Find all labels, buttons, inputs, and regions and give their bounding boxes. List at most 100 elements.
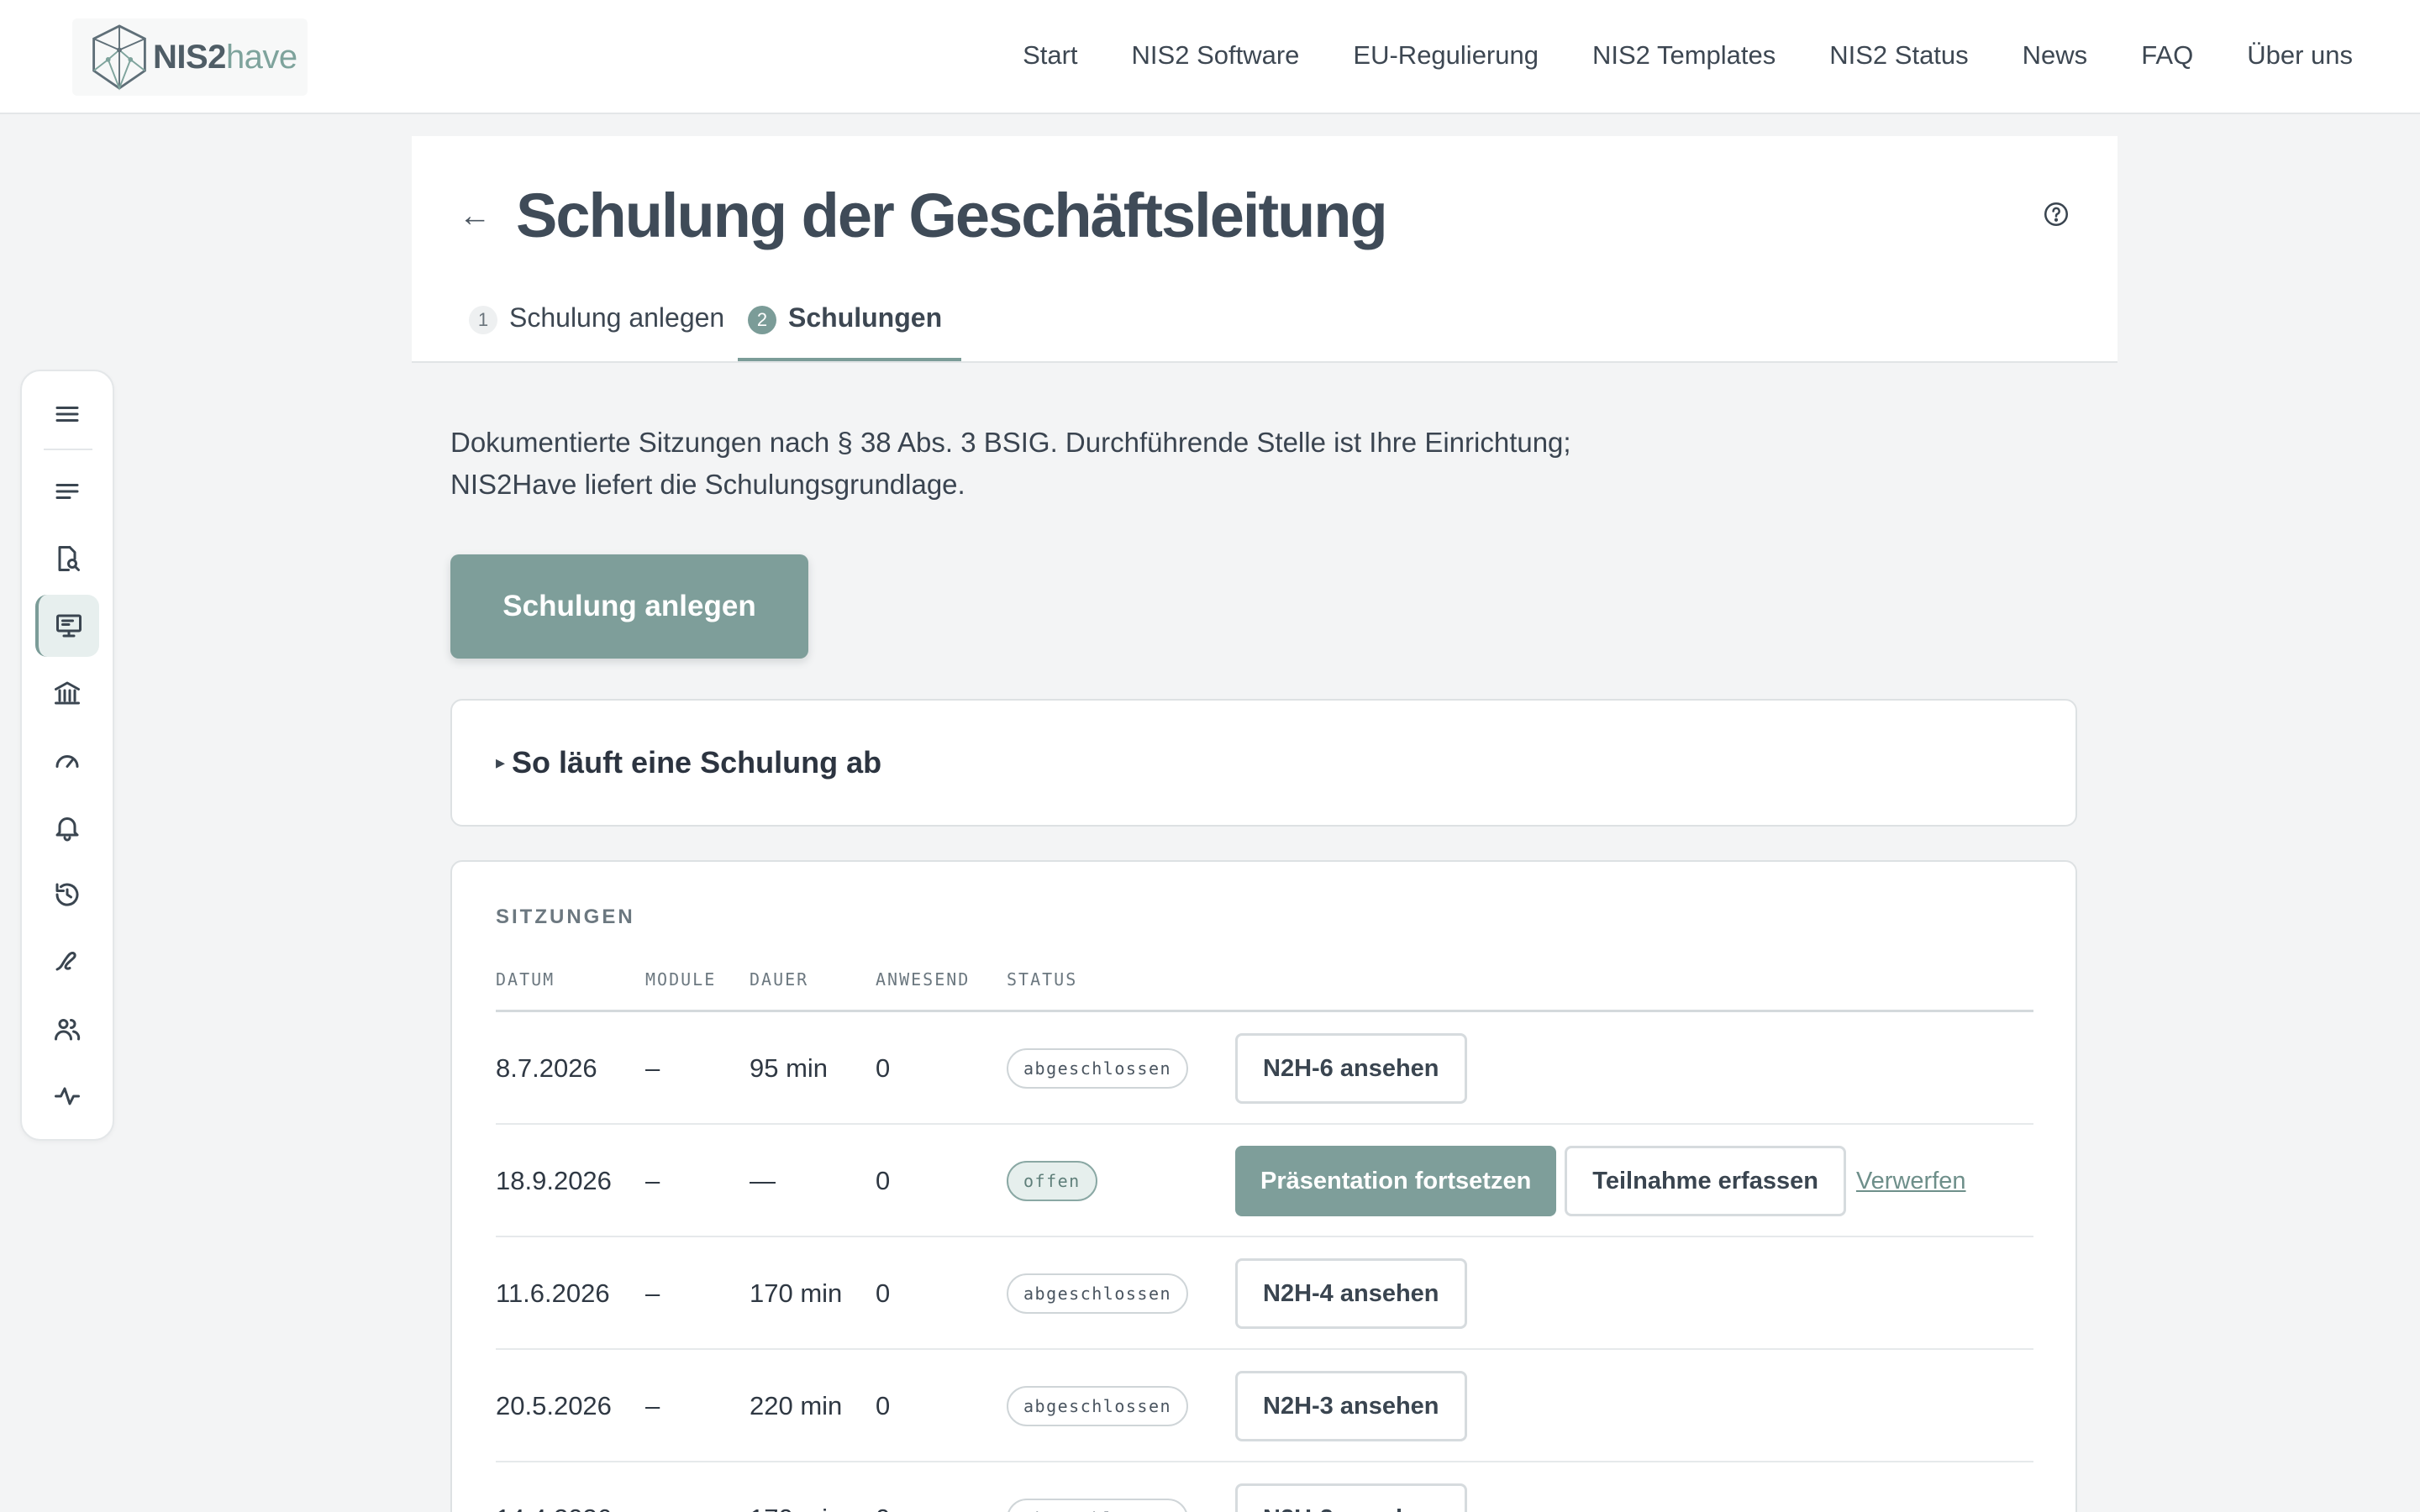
cell-present: 0 — [876, 1391, 891, 1420]
view-session-button[interactable]: N2H-2 ansehen — [1235, 1483, 1467, 1512]
brand-name-bold: NIS2 — [153, 38, 226, 76]
rail-users-button[interactable] — [35, 998, 99, 1060]
nav-start[interactable]: Start — [1023, 40, 1077, 71]
gauge-icon — [55, 755, 79, 768]
rail-dashboard-button[interactable] — [35, 729, 99, 791]
side-toolbar — [20, 370, 114, 1141]
cell-present: 0 — [876, 1053, 891, 1083]
rail-history-button[interactable] — [35, 864, 99, 926]
bell-icon — [55, 817, 79, 842]
history-icon — [55, 883, 79, 906]
main-nav: Start NIS2 Software EU-Regulierung NIS2 … — [1023, 0, 2353, 111]
table-row: 14.4.2026 – 170 min 0 abgeschlossen N2H-… — [496, 1462, 2033, 1512]
rail-training-button[interactable] — [35, 595, 99, 657]
help-icon[interactable] — [2042, 200, 2070, 228]
rail-list-button[interactable] — [35, 460, 99, 522]
menu-icon — [55, 407, 79, 422]
cell-actions: N2H-6 ansehen — [1235, 1012, 1467, 1125]
table-row: 18.9.2026 – — 0 offen Präsentation forts… — [496, 1125, 2033, 1237]
activity-icon — [55, 1087, 80, 1105]
cell-date: 14.4.2026 — [496, 1462, 612, 1512]
cell-actions: N2H-4 ansehen — [1235, 1237, 1467, 1350]
link-icon — [55, 952, 76, 971]
cell-modules: – — [645, 1166, 660, 1195]
cell-date: 11.6.2026 — [496, 1278, 610, 1308]
page-title: Schulung der Geschäftsleitung — [516, 181, 1388, 250]
logo-mark-icon — [92, 24, 146, 91]
tab-label: Schulungen — [788, 302, 943, 333]
status-badge: offen — [1007, 1161, 1097, 1201]
cell-duration: 220 min — [750, 1391, 843, 1420]
tab-schulung-anlegen[interactable]: 1 Schulung anlegen — [469, 302, 724, 361]
nav-eu-regulierung[interactable]: EU-Regulierung — [1353, 40, 1539, 71]
sessions-card: SITZUNGEN DATUM MODULE DAUER ANWESEND ST… — [450, 860, 2077, 1512]
sessions-section-label: SITZUNGEN — [496, 906, 635, 928]
cell-status: abgeschlossen — [1007, 1237, 1189, 1350]
nis2have-logo[interactable]: NIS2have — [72, 18, 308, 96]
cell-date: 8.7.2026 — [496, 1053, 597, 1083]
top-navigation-bar: NIS2have Start NIS2 Software EU-Regulier… — [0, 0, 2420, 114]
record-attendance-button[interactable]: Teilnahme erfassen — [1565, 1146, 1846, 1216]
discard-link[interactable]: Verwerfen — [1856, 1168, 1966, 1195]
document-search-icon — [58, 546, 80, 571]
cell-modules: – — [645, 1278, 660, 1308]
how-it-works-accordion[interactable]: ▸ So läuft eine Schulung ab — [450, 699, 2077, 827]
rail-links-button[interactable] — [35, 931, 99, 993]
nav-faq[interactable]: FAQ — [2141, 40, 2193, 71]
description-line-1: Dokumentierte Sitzungen nach § 38 Abs. 3… — [450, 427, 1571, 458]
column-header-duration: DAUER — [750, 969, 809, 990]
menu-button[interactable] — [35, 383, 99, 445]
tab-label: Schulung anlegen — [509, 302, 725, 333]
cell-modules: – — [645, 1053, 660, 1083]
nav-nis2-software[interactable]: NIS2 Software — [1132, 40, 1300, 71]
view-session-button[interactable]: N2H-3 ansehen — [1235, 1371, 1467, 1441]
nav-nis2-status[interactable]: NIS2 Status — [1829, 40, 1968, 71]
rail-notifications-button[interactable] — [35, 796, 99, 858]
nav-nis2-templates[interactable]: NIS2 Templates — [1592, 40, 1776, 71]
brand-name-light: have — [225, 38, 297, 76]
cell-date: 18.9.2026 — [496, 1166, 612, 1195]
cell-status: abgeschlossen — [1007, 1012, 1189, 1125]
rail-institution-button[interactable] — [35, 662, 99, 724]
rail-divider — [44, 449, 92, 450]
cell-duration: 170 min — [750, 1278, 843, 1308]
cell-present: 0 — [876, 1166, 891, 1195]
cell-present: 0 — [876, 1278, 891, 1308]
tab-schulungen[interactable]: 2 Schulungen — [738, 302, 961, 361]
status-badge: abgeschlossen — [1007, 1386, 1189, 1426]
rail-documents-button[interactable] — [35, 528, 99, 590]
cell-modules: – — [645, 1391, 660, 1420]
cell-actions: Präsentation fortsetzen Teilnahme erfass… — [1235, 1125, 1966, 1237]
institution-icon — [55, 681, 80, 705]
step-number: 2 — [748, 306, 776, 334]
accordion-title: So läuft eine Schulung ab — [512, 745, 882, 780]
brand-name: NIS2have — [153, 39, 297, 76]
nav-ueber-uns[interactable]: Über uns — [2247, 40, 2353, 71]
column-header-present: ANWESEND — [876, 969, 971, 990]
page-header: ← Schulung der Geschäftsleitung 1 Schulu… — [412, 136, 2118, 363]
column-header-status: STATUS — [1007, 969, 1078, 990]
create-training-button[interactable]: Schulung anlegen — [450, 554, 808, 659]
nav-news[interactable]: News — [2023, 40, 2088, 71]
column-header-date: DATUM — [496, 969, 555, 990]
status-badge: abgeschlossen — [1007, 1273, 1189, 1314]
table-row: 20.5.2026 – 220 min 0 abgeschlossen N2H-… — [496, 1350, 2033, 1462]
expand-triangle-icon: ▸ — [496, 752, 506, 773]
view-session-button[interactable]: N2H-6 ansehen — [1235, 1033, 1467, 1104]
view-session-button[interactable]: N2H-4 ansehen — [1235, 1258, 1467, 1329]
back-arrow-icon[interactable]: ← — [459, 198, 491, 234]
cell-status: abgeschlossen — [1007, 1350, 1189, 1462]
step-number: 1 — [469, 306, 497, 334]
cell-duration: — — [750, 1166, 776, 1195]
header-divider — [412, 361, 2118, 363]
presentation-icon — [56, 614, 82, 638]
rail-activity-button[interactable] — [35, 1065, 99, 1127]
cell-status: offen — [1007, 1125, 1097, 1237]
cell-status: abgeschlossen — [1007, 1462, 1189, 1512]
cell-duration: 95 min — [750, 1053, 829, 1083]
page-description: Dokumentierte Sitzungen nach § 38 Abs. 3… — [450, 422, 1660, 506]
cell-duration: 170 min — [750, 1462, 842, 1512]
users-icon — [55, 1019, 81, 1041]
status-badge: abgeschlossen — [1007, 1499, 1189, 1512]
continue-presentation-button[interactable]: Präsentation fortsetzen — [1235, 1146, 1557, 1216]
